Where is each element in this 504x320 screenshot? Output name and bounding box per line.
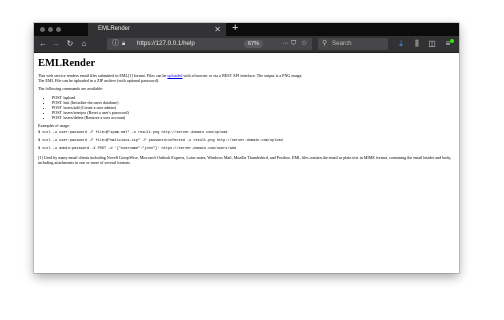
lock-icon: 🔒︎ [122,41,126,47]
tab-emlrender[interactable]: EMLRender ✕ [88,23,226,36]
intro-line-2: The EML File can be uploaded in a ZIP ar… [38,78,159,84]
commands-heading: The following commands are available: [38,86,104,92]
tab-close-icon[interactable]: ✕ [214,23,221,36]
list-item: POST /users/delete (Remove a user accoun… [52,115,455,120]
search-placeholder: Search [332,40,352,47]
download-icon[interactable]: ⤓ [396,36,406,52]
url-text[interactable]: https://127.0.0.1/help [137,38,195,50]
update-badge-icon [450,39,454,43]
nav-bar: ← → ↻ ⌂ ⓘ 🔒︎ https://127.0.0.1/help 67% … [34,36,459,53]
home-icon[interactable]: ⌂ [79,36,89,52]
info-icon[interactable]: ⓘ [112,38,119,50]
library-icon[interactable]: ⫼ [411,36,423,52]
sidebar-icon[interactable]: ◫ [427,36,437,52]
search-icon: ⚲ [322,40,328,47]
more-icon[interactable]: ··· [282,38,289,50]
forward-icon[interactable]: → [51,36,61,52]
example-command: $ curl -u user:password -F file=@"spam.e… [38,131,228,136]
example-command: $ curl -u admin:password -X POST -d '{"u… [38,147,236,152]
example-command: $ curl -u user:password -F file=@"malici… [38,139,283,144]
upload-link[interactable]: uploaded [167,73,182,78]
intro-paragraph: This web service renders email files sub… [38,73,455,83]
page-title: EMLRender [38,58,96,69]
tab-title: EMLRender [98,26,131,32]
window-minimize-dot[interactable] [48,27,53,32]
zoom-badge[interactable]: 67% [244,40,264,48]
pocket-icon[interactable]: ⛉ [291,38,296,50]
footnote: [1] Used by many email clients including… [38,155,452,166]
examples-heading: Examples of usage: [38,123,71,129]
browser-window: EMLRender ✕ + ← → ↻ ⌂ ⓘ 🔒︎ https://127.0… [34,23,459,273]
back-icon[interactable]: ← [38,36,48,52]
new-tab-icon[interactable]: + [232,23,238,35]
search-bar[interactable]: ⚲ Search [318,38,388,50]
commands-list: POST /upload POST /init (Initialize the … [38,95,455,120]
url-bar[interactable]: ⓘ 🔒︎ https://127.0.0.1/help 67% ··· ⛉ ☆ [107,38,312,50]
intro-text-2: with a browser or via a REST API interfa… [182,73,303,78]
window-maximize-dot[interactable] [56,27,61,32]
page-content: EMLRender This web service renders email… [34,53,459,273]
window-close-dot[interactable] [40,27,45,32]
star-icon[interactable]: ☆ [301,38,307,50]
tab-bar: EMLRender ✕ + [34,23,459,36]
reload-icon[interactable]: ↻ [65,36,75,52]
menu-icon[interactable]: ≡ [442,36,454,52]
